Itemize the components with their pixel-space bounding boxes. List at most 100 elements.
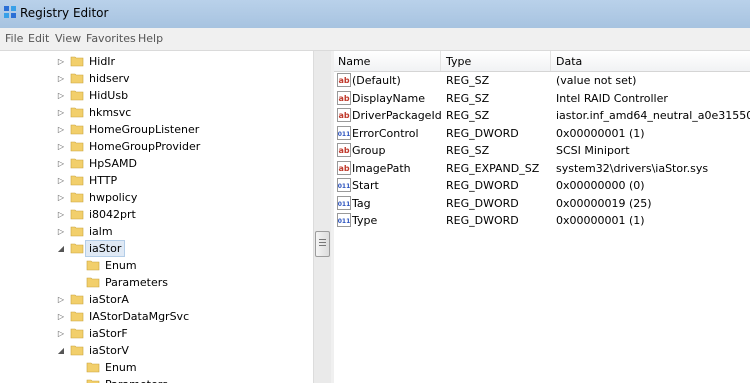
folder-icon [70, 294, 84, 305]
tree-node-label[interactable]: HpSAMD [85, 155, 141, 172]
tree-node[interactable]: ▷ hidserv [0, 70, 313, 87]
collapsed-arrow-icon[interactable]: ▷ [56, 87, 66, 104]
collapsed-arrow-icon[interactable]: ▷ [56, 206, 66, 223]
tree-node-label[interactable]: HidIr [85, 53, 119, 70]
tree-node[interactable]: ▷ HidIr [0, 53, 313, 70]
tree-node[interactable]: ◢ iaStorV [0, 342, 313, 359]
tree-node-label[interactable]: hwpolicy [85, 189, 141, 206]
menu-file[interactable]: File [5, 32, 23, 45]
tree-node-label[interactable]: iaStorA [85, 291, 133, 308]
tree-node-label[interactable]: HidUsb [85, 87, 132, 104]
tree-node[interactable]: ▷ HTTP [0, 172, 313, 189]
tree-node-label[interactable]: hkmsvc [85, 104, 135, 121]
tree-node[interactable]: ▷ ialm [0, 223, 313, 240]
value-row[interactable]: 011 Type REG_DWORD 0x00000001 (1) [334, 212, 750, 229]
tree-node-label[interactable]: Enum [101, 257, 141, 274]
collapsed-arrow-icon[interactable]: ▷ [56, 308, 66, 325]
tree-node[interactable]: ▷ hwpolicy [0, 189, 313, 206]
expanded-arrow-icon[interactable]: ◢ [56, 342, 66, 359]
tree-node-label[interactable]: hidserv [85, 70, 134, 87]
tree-node[interactable]: ▷ hkmsvc [0, 104, 313, 121]
tree-node[interactable]: ▷ iaStorF [0, 325, 313, 342]
window-title: Registry Editor [20, 6, 109, 20]
column-header-type[interactable]: Type [446, 55, 471, 68]
tree-node[interactable]: ▷ IAStorDataMgrSvc [0, 308, 313, 325]
tree-vertical-scrollbar[interactable] [313, 51, 332, 383]
tree-node[interactable]: ▷ HomeGroupProvider [0, 138, 313, 155]
value-name: DriverPackageId [352, 109, 442, 122]
menu-edit[interactable]: Edit [28, 32, 49, 45]
folder-icon [70, 209, 84, 220]
value-row[interactable]: ab Group REG_SZ SCSI Miniport [334, 142, 750, 159]
folder-icon [70, 56, 84, 67]
folder-icon [70, 158, 84, 169]
grip-icon [319, 239, 326, 240]
folder-icon [70, 107, 84, 118]
tree-node[interactable]: Enum [0, 359, 313, 376]
tree-node[interactable]: ▷ i8042prt [0, 206, 313, 223]
value-data: 0x00000000 (0) [556, 179, 645, 192]
key-tree-pane[interactable]: ▷ HidIr ▷ hidserv ▷ HidUsb ▷ hkmsvc ▷ HomeGroupLi… [0, 51, 313, 383]
collapsed-arrow-icon[interactable]: ▷ [56, 53, 66, 70]
tree-node[interactable]: ▷ iaStorA [0, 291, 313, 308]
collapsed-arrow-icon[interactable]: ▷ [56, 291, 66, 308]
column-divider[interactable] [550, 51, 551, 71]
folder-icon [70, 141, 84, 152]
collapsed-arrow-icon[interactable]: ▷ [56, 70, 66, 87]
tree-node-label[interactable]: HomeGroupProvider [85, 138, 204, 155]
expanded-arrow-icon[interactable]: ◢ [56, 240, 66, 257]
tree-node-label[interactable]: HTTP [85, 172, 121, 189]
value-name: Group [352, 144, 386, 157]
menu-view[interactable]: View [55, 32, 81, 45]
folder-icon [70, 243, 84, 254]
tree-node-label[interactable]: i8042prt [85, 206, 140, 223]
value-row[interactable]: 011 Start REG_DWORD 0x00000000 (0) [334, 177, 750, 194]
menu-favorites[interactable]: Favorites [86, 32, 136, 45]
collapsed-arrow-icon[interactable]: ▷ [56, 172, 66, 189]
svg-text:ab: ab [338, 164, 349, 173]
tree-node-label[interactable]: Parameters [101, 274, 172, 291]
column-header-name[interactable]: Name [338, 55, 370, 68]
values-list-pane[interactable]: Name Type Data ab (Default) REG_SZ (value n… [334, 51, 750, 383]
tree-node-label[interactable]: iaStorF [85, 325, 132, 342]
value-row[interactable]: ab (Default) REG_SZ (value not set) [334, 72, 750, 89]
tree-node[interactable]: Parameters [0, 376, 313, 383]
registry-editor-app-icon [4, 6, 16, 18]
dword-value-icon: 011 [337, 195, 351, 210]
collapsed-arrow-icon[interactable]: ▷ [56, 121, 66, 138]
value-type: REG_DWORD [446, 196, 519, 210]
dword-value-icon: 011 [337, 125, 351, 140]
value-row[interactable]: ab DisplayName REG_SZ Intel RAID Controller [334, 90, 750, 107]
value-name: Start [352, 179, 379, 192]
tree-node-label[interactable]: IAStorDataMgrSvc [85, 308, 193, 325]
menu-help[interactable]: Help [138, 32, 163, 45]
scrollbar-thumb[interactable] [315, 231, 330, 257]
tree-node-label[interactable]: iaStorV [85, 342, 133, 359]
value-row[interactable]: ab ImagePath REG_EXPAND_SZ system32\drivers… [334, 160, 750, 177]
column-divider[interactable] [440, 51, 441, 71]
dword-value-icon: 011 [337, 178, 351, 192]
tree-node[interactable]: ▷ HpSAMD [0, 155, 313, 172]
value-row[interactable]: 011 ErrorControl REG_DWORD 0x00000001 (1) [334, 125, 750, 142]
tree-node-label[interactable]: iaStor [85, 240, 126, 257]
value-row[interactable]: ab DriverPackageId REG_SZ iastor.inf_amd64_… [334, 107, 750, 124]
collapsed-arrow-icon[interactable]: ▷ [56, 189, 66, 206]
tree-node-label[interactable]: HomeGroupListener [85, 121, 203, 138]
tree-node-label[interactable]: ialm [85, 223, 117, 240]
tree-node[interactable]: ▷ HidUsb [0, 87, 313, 104]
tree-node[interactable]: Parameters [0, 274, 313, 291]
collapsed-arrow-icon[interactable]: ▷ [56, 104, 66, 121]
string-value-icon: ab [337, 73, 351, 87]
tree-node[interactable]: ◢ iaStor [0, 240, 313, 257]
value-row[interactable]: 011 Tag REG_DWORD 0x00000019 (25) [334, 195, 750, 212]
tree-node[interactable]: ▷ HomeGroupListener [0, 121, 313, 138]
value-data: Intel RAID Controller [556, 91, 668, 105]
column-header-data[interactable]: Data [556, 55, 582, 68]
collapsed-arrow-icon[interactable]: ▷ [56, 138, 66, 155]
tree-node-label[interactable]: Parameters [101, 376, 172, 383]
collapsed-arrow-icon[interactable]: ▷ [56, 155, 66, 172]
collapsed-arrow-icon[interactable]: ▷ [56, 325, 66, 342]
collapsed-arrow-icon[interactable]: ▷ [56, 223, 66, 240]
tree-node[interactable]: Enum [0, 257, 313, 274]
tree-node-label[interactable]: Enum [101, 359, 141, 376]
